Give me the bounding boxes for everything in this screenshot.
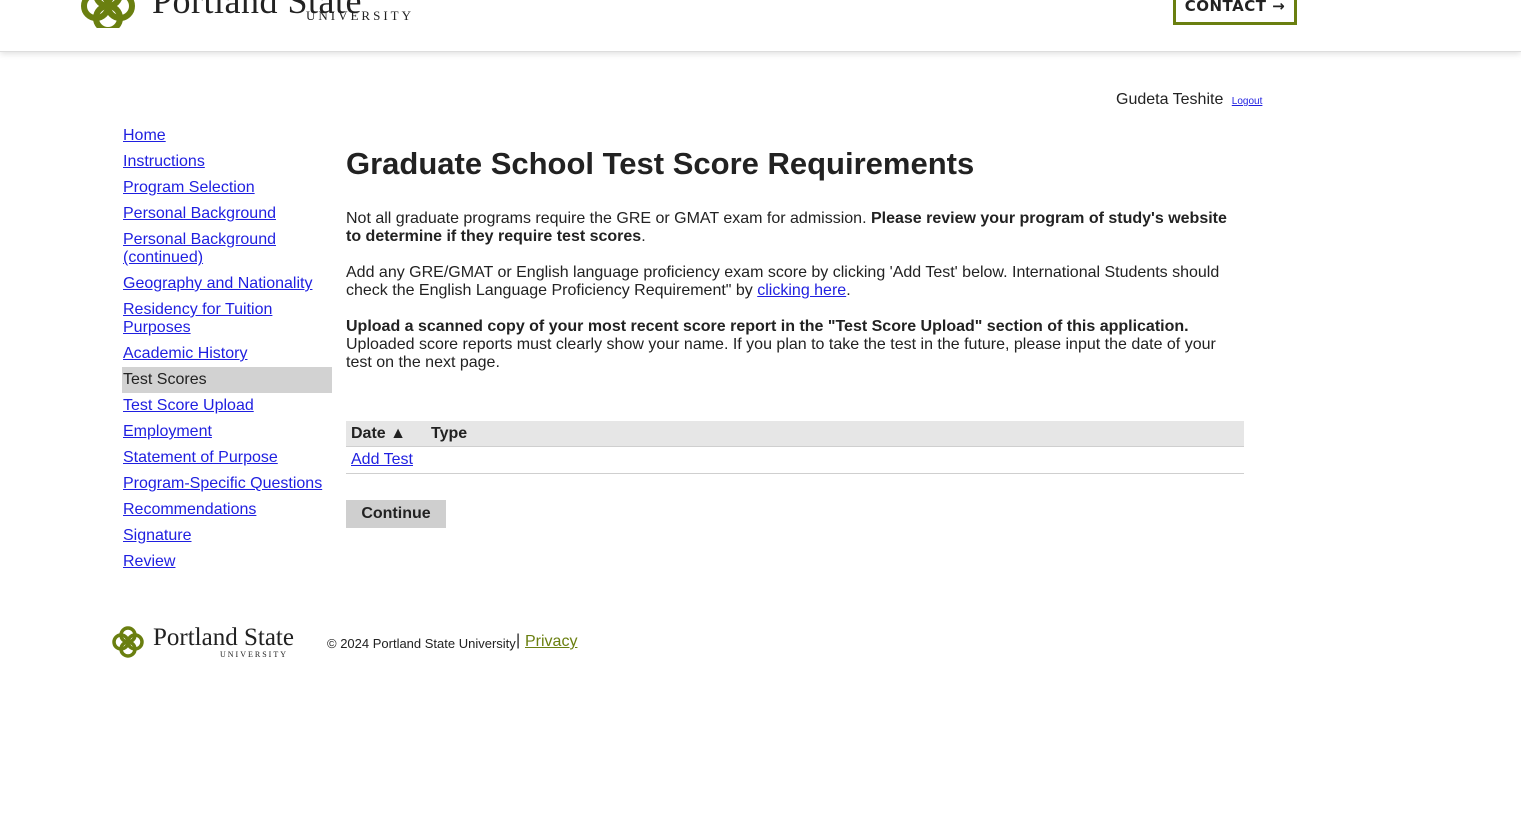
user-info: Gudeta Teshite Logout: [1116, 91, 1262, 109]
contact-button[interactable]: CONTACT →: [1173, 0, 1297, 25]
continue-button[interactable]: Continue: [346, 500, 446, 528]
copyright-text: © 2024 Portland State University: [327, 636, 516, 651]
add-test-link[interactable]: Add Test: [351, 451, 413, 469]
logo-subtitle: UNIVERSITY: [306, 8, 414, 23]
psu-logo[interactable]: Portland State UNIVERSITY: [74, 0, 411, 28]
sidebar-item-geography-nationality[interactable]: Geography and Nationality: [122, 274, 332, 300]
add-test-end: .: [846, 282, 851, 299]
sidebar-item-test-scores: Test Scores: [122, 367, 332, 393]
footer-logo-subtitle: UNIVERSITY: [220, 650, 288, 659]
upload-text: Uploaded score reports must clearly show…: [346, 336, 1216, 371]
sidebar-item-test-score-upload[interactable]: Test Score Upload: [122, 396, 332, 422]
english-requirement-link[interactable]: clicking here: [757, 282, 846, 299]
upload-paragraph: Upload a scanned copy of your most recen…: [346, 318, 1236, 372]
site-footer: Portland State UNIVERSITY © 2024 Portlan…: [110, 622, 810, 662]
upload-bold-text: Upload a scanned copy of your most recen…: [346, 318, 1189, 335]
sidebar-item-program-specific-questions[interactable]: Program-Specific Questions: [122, 474, 332, 500]
sidebar-item-residency[interactable]: Residency for Tuition Purposes: [122, 300, 332, 344]
sidebar-item-instructions[interactable]: Instructions: [122, 152, 332, 178]
sidebar-item-review[interactable]: Review: [122, 552, 332, 578]
intro-end: .: [641, 228, 646, 245]
sidebar-item-personal-background[interactable]: Personal Background: [122, 204, 332, 230]
site-header: Portland State UNIVERSITY CONTACT →: [0, 0, 1521, 52]
footer-logo-wordmark: Portland State: [153, 624, 294, 651]
intro-text: Not all graduate programs require the GR…: [346, 210, 871, 227]
sidebar-item-program-selection[interactable]: Program Selection: [122, 178, 332, 204]
table-row: Add Test: [346, 447, 1244, 474]
sidebar-nav: Home Instructions Program Selection Pers…: [122, 126, 332, 578]
page-title: Graduate School Test Score Requirements: [346, 146, 975, 181]
psu-emblem-icon: [112, 626, 144, 658]
main-content: Graduate School Test Score Requirements …: [346, 146, 1244, 390]
sidebar-item-signature[interactable]: Signature: [122, 526, 332, 552]
add-test-paragraph: Add any GRE/GMAT or English language pro…: [346, 264, 1236, 300]
footer-separator: |: [516, 632, 521, 649]
column-header-date[interactable]: Date ▲: [351, 421, 406, 447]
intro-paragraph: Not all graduate programs require the GR…: [346, 210, 1236, 246]
privacy-link[interactable]: Privacy: [525, 633, 577, 651]
sidebar-item-statement-of-purpose[interactable]: Statement of Purpose: [122, 448, 332, 474]
test-scores-table: Date ▲ Type Add Test: [346, 421, 1244, 474]
sidebar-item-personal-background-continued[interactable]: Personal Background (continued): [122, 230, 332, 274]
logout-link[interactable]: Logout: [1232, 96, 1263, 107]
psu-emblem-icon: [81, 0, 135, 28]
user-name: Gudeta Teshite: [1116, 91, 1224, 108]
sidebar-item-home[interactable]: Home: [122, 126, 332, 152]
table-header: Date ▲ Type: [346, 421, 1244, 447]
sidebar-item-employment[interactable]: Employment: [122, 422, 332, 448]
column-header-type: Type: [431, 425, 468, 442]
sidebar-item-recommendations[interactable]: Recommendations: [122, 500, 332, 526]
